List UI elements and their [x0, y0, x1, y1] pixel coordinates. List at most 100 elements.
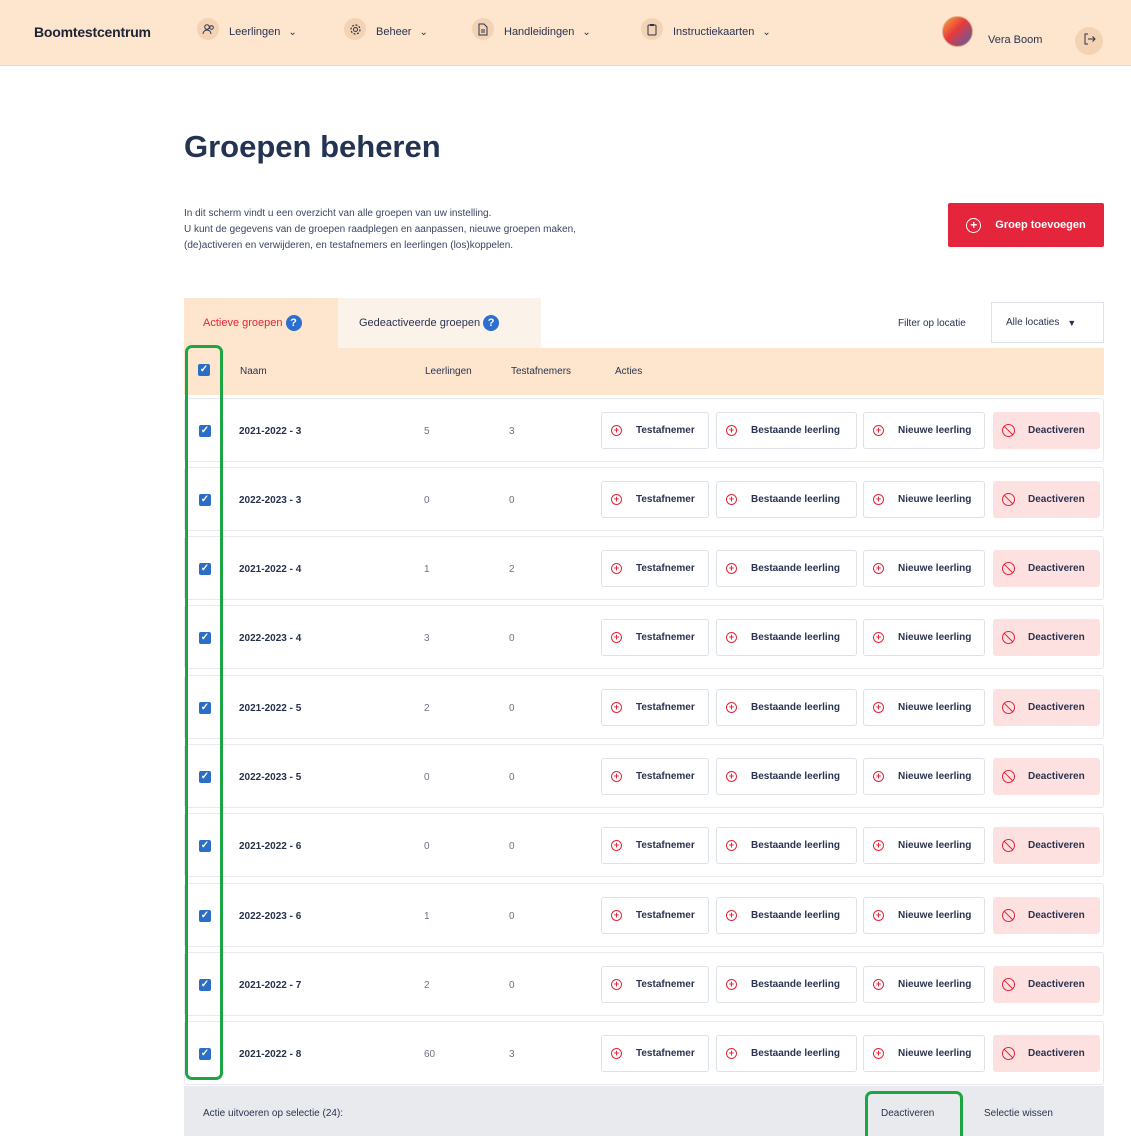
new-student-button[interactable]: + Nieuwe leerling [863, 897, 985, 934]
new-student-button[interactable]: + Nieuwe leerling [863, 689, 985, 726]
deactivate-row-button[interactable]: Deactiveren [993, 689, 1100, 726]
plus-circle-icon: + [726, 425, 737, 436]
action-label: Deactiveren [1028, 771, 1085, 782]
app-logo[interactable]: Boomtestcentrum [34, 24, 151, 40]
tab-actieve-groepen[interactable]: Actieve groepen ? [184, 298, 338, 348]
group-name[interactable]: 2022-2023 - 6 [239, 911, 301, 922]
deactivate-row-button[interactable]: Deactiveren [993, 481, 1100, 518]
new-student-button[interactable]: + Nieuwe leerling [863, 966, 985, 1003]
testafnemer-button[interactable]: + Testafnemer [601, 689, 709, 726]
group-name[interactable]: 2021-2022 - 7 [239, 980, 301, 991]
group-name[interactable]: 2022-2023 - 4 [239, 633, 301, 644]
deactivate-row-button[interactable]: Deactiveren [993, 412, 1100, 449]
ban-icon [1002, 701, 1015, 714]
avatar[interactable] [942, 16, 973, 47]
top-navigation-bar: Boomtestcentrum Leerlingen ⌄ Beheer ⌄ Ha… [0, 0, 1131, 66]
existing-student-button[interactable]: + Bestaande leerling [716, 689, 857, 726]
testafnemer-button[interactable]: + Testafnemer [601, 1035, 709, 1072]
existing-student-button[interactable]: + Bestaande leerling [716, 897, 857, 934]
existing-student-button[interactable]: + Bestaande leerling [716, 827, 857, 864]
action-label: Bestaande leerling [751, 840, 840, 851]
plus-circle-icon: + [873, 563, 884, 574]
gear-icon [344, 18, 366, 40]
column-header-leerlingen[interactable]: Leerlingen [425, 366, 472, 377]
action-label: Deactiveren [1028, 632, 1085, 643]
action-label: Deactiveren [1028, 425, 1085, 436]
column-header-testafnemers[interactable]: Testafnemers [511, 366, 571, 377]
testafnemer-button[interactable]: + Testafnemer [601, 550, 709, 587]
deactivate-row-button[interactable]: Deactiveren [993, 897, 1100, 934]
new-student-button[interactable]: + Nieuwe leerling [863, 481, 985, 518]
deactivate-row-button[interactable]: Deactiveren [993, 827, 1100, 864]
user-name[interactable]: Vera Boom [988, 34, 1042, 46]
action-label: Testafnemer [636, 632, 695, 643]
existing-student-button[interactable]: + Bestaande leerling [716, 966, 857, 1003]
testafnemers-count: 3 [509, 426, 515, 437]
action-label: Testafnemer [636, 1048, 695, 1059]
chevron-down-icon: ⌄ [582, 26, 591, 38]
new-student-button[interactable]: + Nieuwe leerling [863, 619, 985, 656]
deactivate-row-button[interactable]: Deactiveren [993, 619, 1100, 656]
new-student-button[interactable]: + Nieuwe leerling [863, 1035, 985, 1072]
nav-item-handleidingen[interactable]: Handleidingen ⌄ [472, 18, 591, 40]
group-name[interactable]: 2021-2022 - 3 [239, 426, 301, 437]
testafnemers-count: 0 [509, 980, 515, 991]
existing-student-button[interactable]: + Bestaande leerling [716, 412, 857, 449]
plus-circle-icon: + [611, 702, 622, 713]
testafnemer-button[interactable]: + Testafnemer [601, 897, 709, 934]
group-name[interactable]: 2022-2023 - 3 [239, 495, 301, 506]
help-icon[interactable]: ? [483, 315, 500, 331]
group-name[interactable]: 2021-2022 - 8 [239, 1049, 301, 1060]
testafnemer-button[interactable]: + Testafnemer [601, 966, 709, 1003]
testafnemer-button[interactable]: + Testafnemer [601, 827, 709, 864]
existing-student-button[interactable]: + Bestaande leerling [716, 550, 857, 587]
ban-icon [1002, 909, 1015, 922]
group-name[interactable]: 2022-2023 - 5 [239, 772, 301, 783]
testafnemer-button[interactable]: + Testafnemer [601, 758, 709, 795]
clear-selection-button[interactable]: Selectie wissen [984, 1108, 1053, 1119]
new-student-button[interactable]: + Nieuwe leerling [863, 758, 985, 795]
tab-gedeactiveerde-groepen[interactable]: Gedeactiveerde groepen ? [338, 298, 541, 348]
deactivate-row-button[interactable]: Deactiveren [993, 550, 1100, 587]
existing-student-button[interactable]: + Bestaande leerling [716, 481, 857, 518]
testafnemers-count: 3 [509, 1049, 515, 1060]
nav-item-instructiekaarten[interactable]: Instructiekaarten ⌄ [641, 18, 771, 40]
existing-student-button[interactable]: + Bestaande leerling [716, 619, 857, 656]
group-name[interactable]: 2021-2022 - 6 [239, 841, 301, 852]
deactivate-row-button[interactable]: Deactiveren [993, 758, 1100, 795]
ban-icon [1002, 562, 1015, 575]
testafnemer-button[interactable]: + Testafnemer [601, 619, 709, 656]
column-header-naam[interactable]: Naam [240, 366, 267, 377]
nav-item-beheer[interactable]: Beheer ⌄ [344, 18, 428, 40]
new-student-button[interactable]: + Nieuwe leerling [863, 827, 985, 864]
nav-label: Handleidingen [504, 26, 575, 38]
new-student-button[interactable]: + Nieuwe leerling [863, 412, 985, 449]
action-label: Testafnemer [636, 979, 695, 990]
deactivate-row-button[interactable]: Deactiveren [993, 1035, 1100, 1072]
plus-circle-icon: + [726, 632, 737, 643]
group-name[interactable]: 2021-2022 - 5 [239, 703, 301, 714]
existing-student-button[interactable]: + Bestaande leerling [716, 1035, 857, 1072]
users-icon [197, 18, 219, 40]
testafnemers-count: 0 [509, 772, 515, 783]
table-row: ✓ 2022-2023 - 6 1 0 + Testafnemer + Bestaande l… [184, 883, 1104, 947]
group-name[interactable]: 2021-2022 - 4 [239, 564, 301, 575]
testafnemer-button[interactable]: + Testafnemer [601, 412, 709, 449]
add-group-button[interactable]: + Groep toevoegen [948, 203, 1104, 247]
testafnemer-button[interactable]: + Testafnemer [601, 481, 709, 518]
deactivate-highlight [865, 1091, 963, 1136]
deactivate-row-button[interactable]: Deactiveren [993, 966, 1100, 1003]
logout-button[interactable] [1075, 27, 1103, 55]
nav-label: Leerlingen [229, 26, 281, 38]
nav-item-leerlingen[interactable]: Leerlingen ⌄ [197, 18, 297, 40]
help-icon[interactable]: ? [285, 315, 302, 331]
plus-circle-icon: + [611, 494, 622, 505]
plus-circle-icon: + [611, 910, 622, 921]
new-student-button[interactable]: + Nieuwe leerling [863, 550, 985, 587]
plus-circle-icon: + [873, 840, 884, 851]
location-filter-select[interactable]: Alle locaties ▼ [991, 302, 1104, 343]
page-title: Groepen beheren [184, 129, 441, 164]
plus-circle-icon: + [873, 910, 884, 921]
action-label: Testafnemer [636, 771, 695, 782]
existing-student-button[interactable]: + Bestaande leerling [716, 758, 857, 795]
